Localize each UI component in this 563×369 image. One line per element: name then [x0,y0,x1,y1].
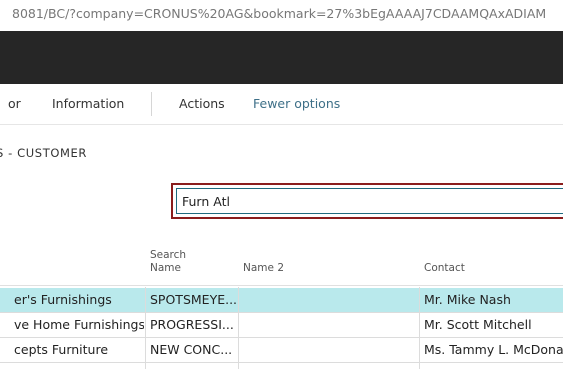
cell-name[interactable]: cepts Furniture [14,338,142,362]
cell-contact: Ms. Tammy L. McDonald [424,342,563,357]
page-title: S - CUSTOMER [0,146,87,160]
address-bar[interactable]: 8081/BC/?company=CRONUS%20AG&bookmark=27… [0,0,563,32]
cell-search-name: PROGRESSI... [150,317,234,332]
cell-name-2 [243,338,413,362]
action-bar: or Information Actions Fewer options [0,84,563,125]
column-header-contact[interactable]: Contact [424,262,465,275]
table-row[interactable]: ve Home Furnishings PROGRESSI... Mr. Sco… [0,313,563,337]
column-header-search-name-line1: Search [150,249,187,261]
action-actions[interactable]: Actions [179,96,225,111]
cell-search-name: NEW CONC... [150,342,233,357]
search-field-border [176,188,563,214]
cell-name[interactable]: er's Furnishings [14,288,142,312]
cell-contact: Mr. Mike Nash [424,292,511,307]
column-header-search-name[interactable]: Search Name [150,249,186,275]
cell-search-name: SPOTSMEYE... [150,292,237,307]
action-fewer-options[interactable]: Fewer options [253,96,340,111]
column-header-name-2[interactable]: Name 2 [243,262,284,275]
url-text: 8081/BC/?company=CRONUS%20AG&bookmark=27… [12,6,547,21]
column-divider [419,287,420,369]
cell-name[interactable]: ve Home Furnishings [14,313,144,337]
cell-name-2 [243,288,413,312]
table-header-divider [0,285,563,286]
search-highlight-box [171,183,563,219]
search-input[interactable] [182,194,482,209]
action-separator [151,92,152,116]
column-divider [238,287,239,369]
table-row[interactable]: cepts Furniture NEW CONC... Ms. Tammy L.… [0,338,563,362]
column-header-search-name-line2: Name [150,262,181,274]
cell-name-2 [243,313,413,337]
cell-contact: Mr. Scott Mitchell [424,317,532,332]
action-partial-label[interactable]: or [8,96,21,111]
column-divider [145,287,146,369]
table-row[interactable]: er's Furnishings SPOTSMEYE... Mr. Mike N… [0,288,563,312]
app-header-bar [0,31,563,84]
row-divider [0,362,563,363]
action-information[interactable]: Information [52,96,124,111]
